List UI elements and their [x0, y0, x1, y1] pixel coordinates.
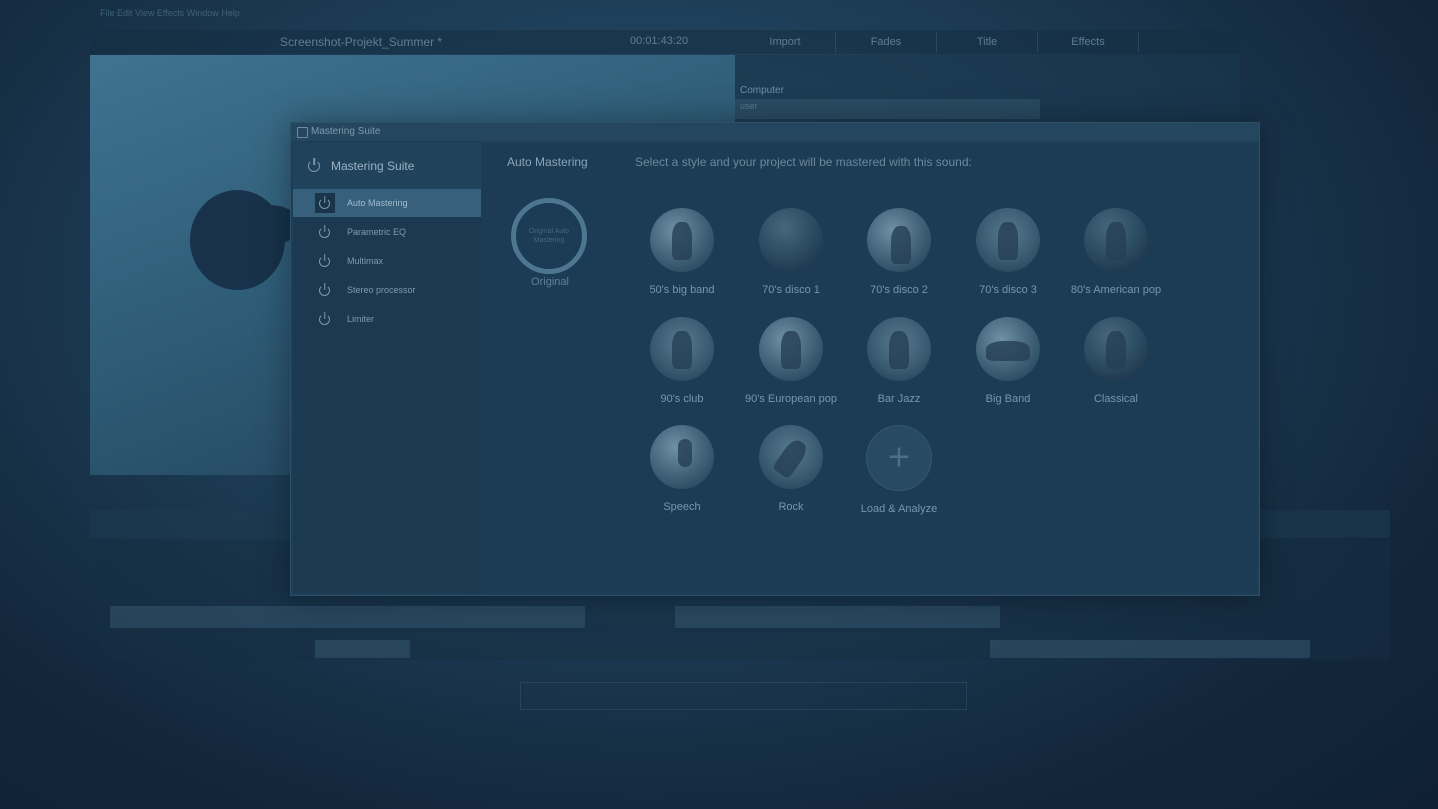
instruction-text: Select a style and your project will be … — [635, 155, 972, 169]
load-analyze-button[interactable]: + Load & Analyze — [844, 425, 954, 515]
microphone-thumb — [650, 425, 714, 489]
tab-fades[interactable]: Fades — [836, 32, 937, 52]
classical-thumb — [1084, 317, 1148, 381]
section-title: Auto Mastering — [507, 155, 588, 169]
media-pool-tabs: Import Fades Title Effects — [735, 32, 1139, 52]
timeline-track — [315, 640, 410, 658]
style-50s-big-band[interactable]: 50's big band — [627, 208, 737, 296]
sidebar-item-parametric-eq[interactable]: Parametric EQ — [293, 218, 481, 246]
sidebar-header[interactable]: Mastering Suite — [293, 143, 481, 189]
power-toggle[interactable] — [315, 193, 335, 213]
sidebar-item-label: Parametric EQ — [347, 227, 407, 237]
style-70s-disco-1[interactable]: 70's disco 1 — [736, 208, 846, 296]
original-label: Original — [531, 276, 569, 288]
guitar-thumb — [759, 425, 823, 489]
style-label: 90's European pop — [744, 393, 837, 405]
power-icon — [319, 227, 330, 238]
style-label: 70's disco 2 — [870, 284, 928, 296]
time-display: 00:01:43:20 — [630, 35, 689, 47]
style-label: Bar Jazz — [877, 393, 921, 405]
style-label: Classical — [1093, 393, 1138, 405]
power-toggle[interactable] — [315, 222, 335, 242]
power-toggle[interactable] — [315, 280, 335, 300]
timeline-track — [675, 606, 1000, 628]
original-ring-text: Original Auto Mastering — [528, 228, 570, 244]
club-thumb — [650, 317, 714, 381]
pop-thumb — [759, 317, 823, 381]
menubar: File Edit View Effects Window Help — [100, 8, 240, 18]
style-bar-jazz[interactable]: Bar Jazz — [844, 317, 954, 405]
style-label: Speech — [663, 501, 701, 513]
status-bar — [520, 682, 967, 710]
style-90s-club[interactable]: 90's club — [627, 317, 737, 405]
jazz-thumb — [867, 317, 931, 381]
style-80s-american-pop[interactable]: 80's American pop — [1061, 208, 1171, 296]
power-icon — [319, 314, 330, 325]
timeline-track — [110, 606, 585, 628]
add-circle: + — [866, 425, 932, 491]
style-label: 70's disco 3 — [979, 284, 1037, 296]
style-90s-european-pop[interactable]: 90's European pop — [736, 317, 846, 405]
project-title: Screenshot-Projekt_Summer * — [280, 35, 443, 49]
style-label: 80's American pop — [1070, 284, 1162, 296]
dialog-title: Mastering Suite — [311, 126, 381, 137]
tab-effects[interactable]: Effects — [1038, 32, 1139, 52]
style-rock[interactable]: Rock — [736, 425, 846, 513]
folder-field[interactable] — [735, 99, 1040, 119]
sidebar-item-auto-mastering[interactable]: Auto Mastering — [293, 189, 481, 217]
style-label: Load & Analyze — [860, 503, 938, 515]
style-label: 70's disco 1 — [762, 284, 820, 296]
sidebar-item-limiter[interactable]: Limiter — [293, 305, 481, 333]
pop-thumb — [1084, 208, 1148, 272]
style-label: Big Band — [985, 393, 1031, 405]
sidebar-item-stereo-processor[interactable]: Stereo processor — [293, 276, 481, 304]
disco-thumb — [976, 208, 1040, 272]
mastering-suite-dialog: Mastering Suite Mastering Suite Auto Mas… — [290, 122, 1260, 596]
sidebar-item-label: Stereo processor — [347, 285, 416, 295]
media-pool-pane: Computer user — [735, 55, 1240, 125]
tab-title[interactable]: Title — [937, 32, 1038, 52]
dialog-body: Mastering Suite Auto Mastering Parametri… — [293, 143, 1257, 593]
sidebar: Mastering Suite Auto Mastering Parametri… — [293, 143, 481, 593]
sidebar-item-multimax[interactable]: Multimax — [293, 247, 481, 275]
style-70s-disco-3[interactable]: 70's disco 3 — [953, 208, 1063, 296]
tab-import[interactable]: Import — [735, 32, 836, 52]
style-label: Rock — [778, 501, 804, 513]
style-classical[interactable]: Classical — [1061, 317, 1171, 405]
disco-thumb — [867, 208, 931, 272]
power-icon[interactable] — [308, 160, 320, 172]
timeline-track — [990, 640, 1310, 658]
power-toggle[interactable] — [315, 251, 335, 271]
power-icon — [319, 256, 330, 267]
folder-sub-label: user — [740, 101, 758, 111]
style-speech[interactable]: Speech — [627, 425, 737, 513]
sidebar-header-label: Mastering Suite — [331, 159, 415, 173]
dialog-title-bar: Mastering Suite — [291, 123, 1259, 141]
sidebar-item-label: Limiter — [347, 314, 375, 324]
big-band-thumb — [976, 317, 1040, 381]
power-icon — [319, 198, 330, 209]
power-toggle[interactable] — [315, 309, 335, 329]
big-band-thumb — [650, 208, 714, 272]
style-label: 90's club — [660, 393, 704, 405]
plus-icon: + — [886, 439, 912, 475]
style-label: 50's big band — [649, 284, 715, 296]
sidebar-item-label: Multimax — [347, 256, 384, 266]
sidebar-item-label: Auto Mastering — [347, 198, 408, 208]
disco-thumb — [759, 208, 823, 272]
power-icon — [319, 285, 330, 296]
original-button[interactable]: Original Auto Mastering — [511, 198, 587, 274]
style-big-band[interactable]: Big Band — [953, 317, 1063, 405]
app-icon — [297, 127, 308, 138]
folder-label: Computer — [740, 85, 784, 96]
style-70s-disco-2[interactable]: 70's disco 2 — [844, 208, 954, 296]
